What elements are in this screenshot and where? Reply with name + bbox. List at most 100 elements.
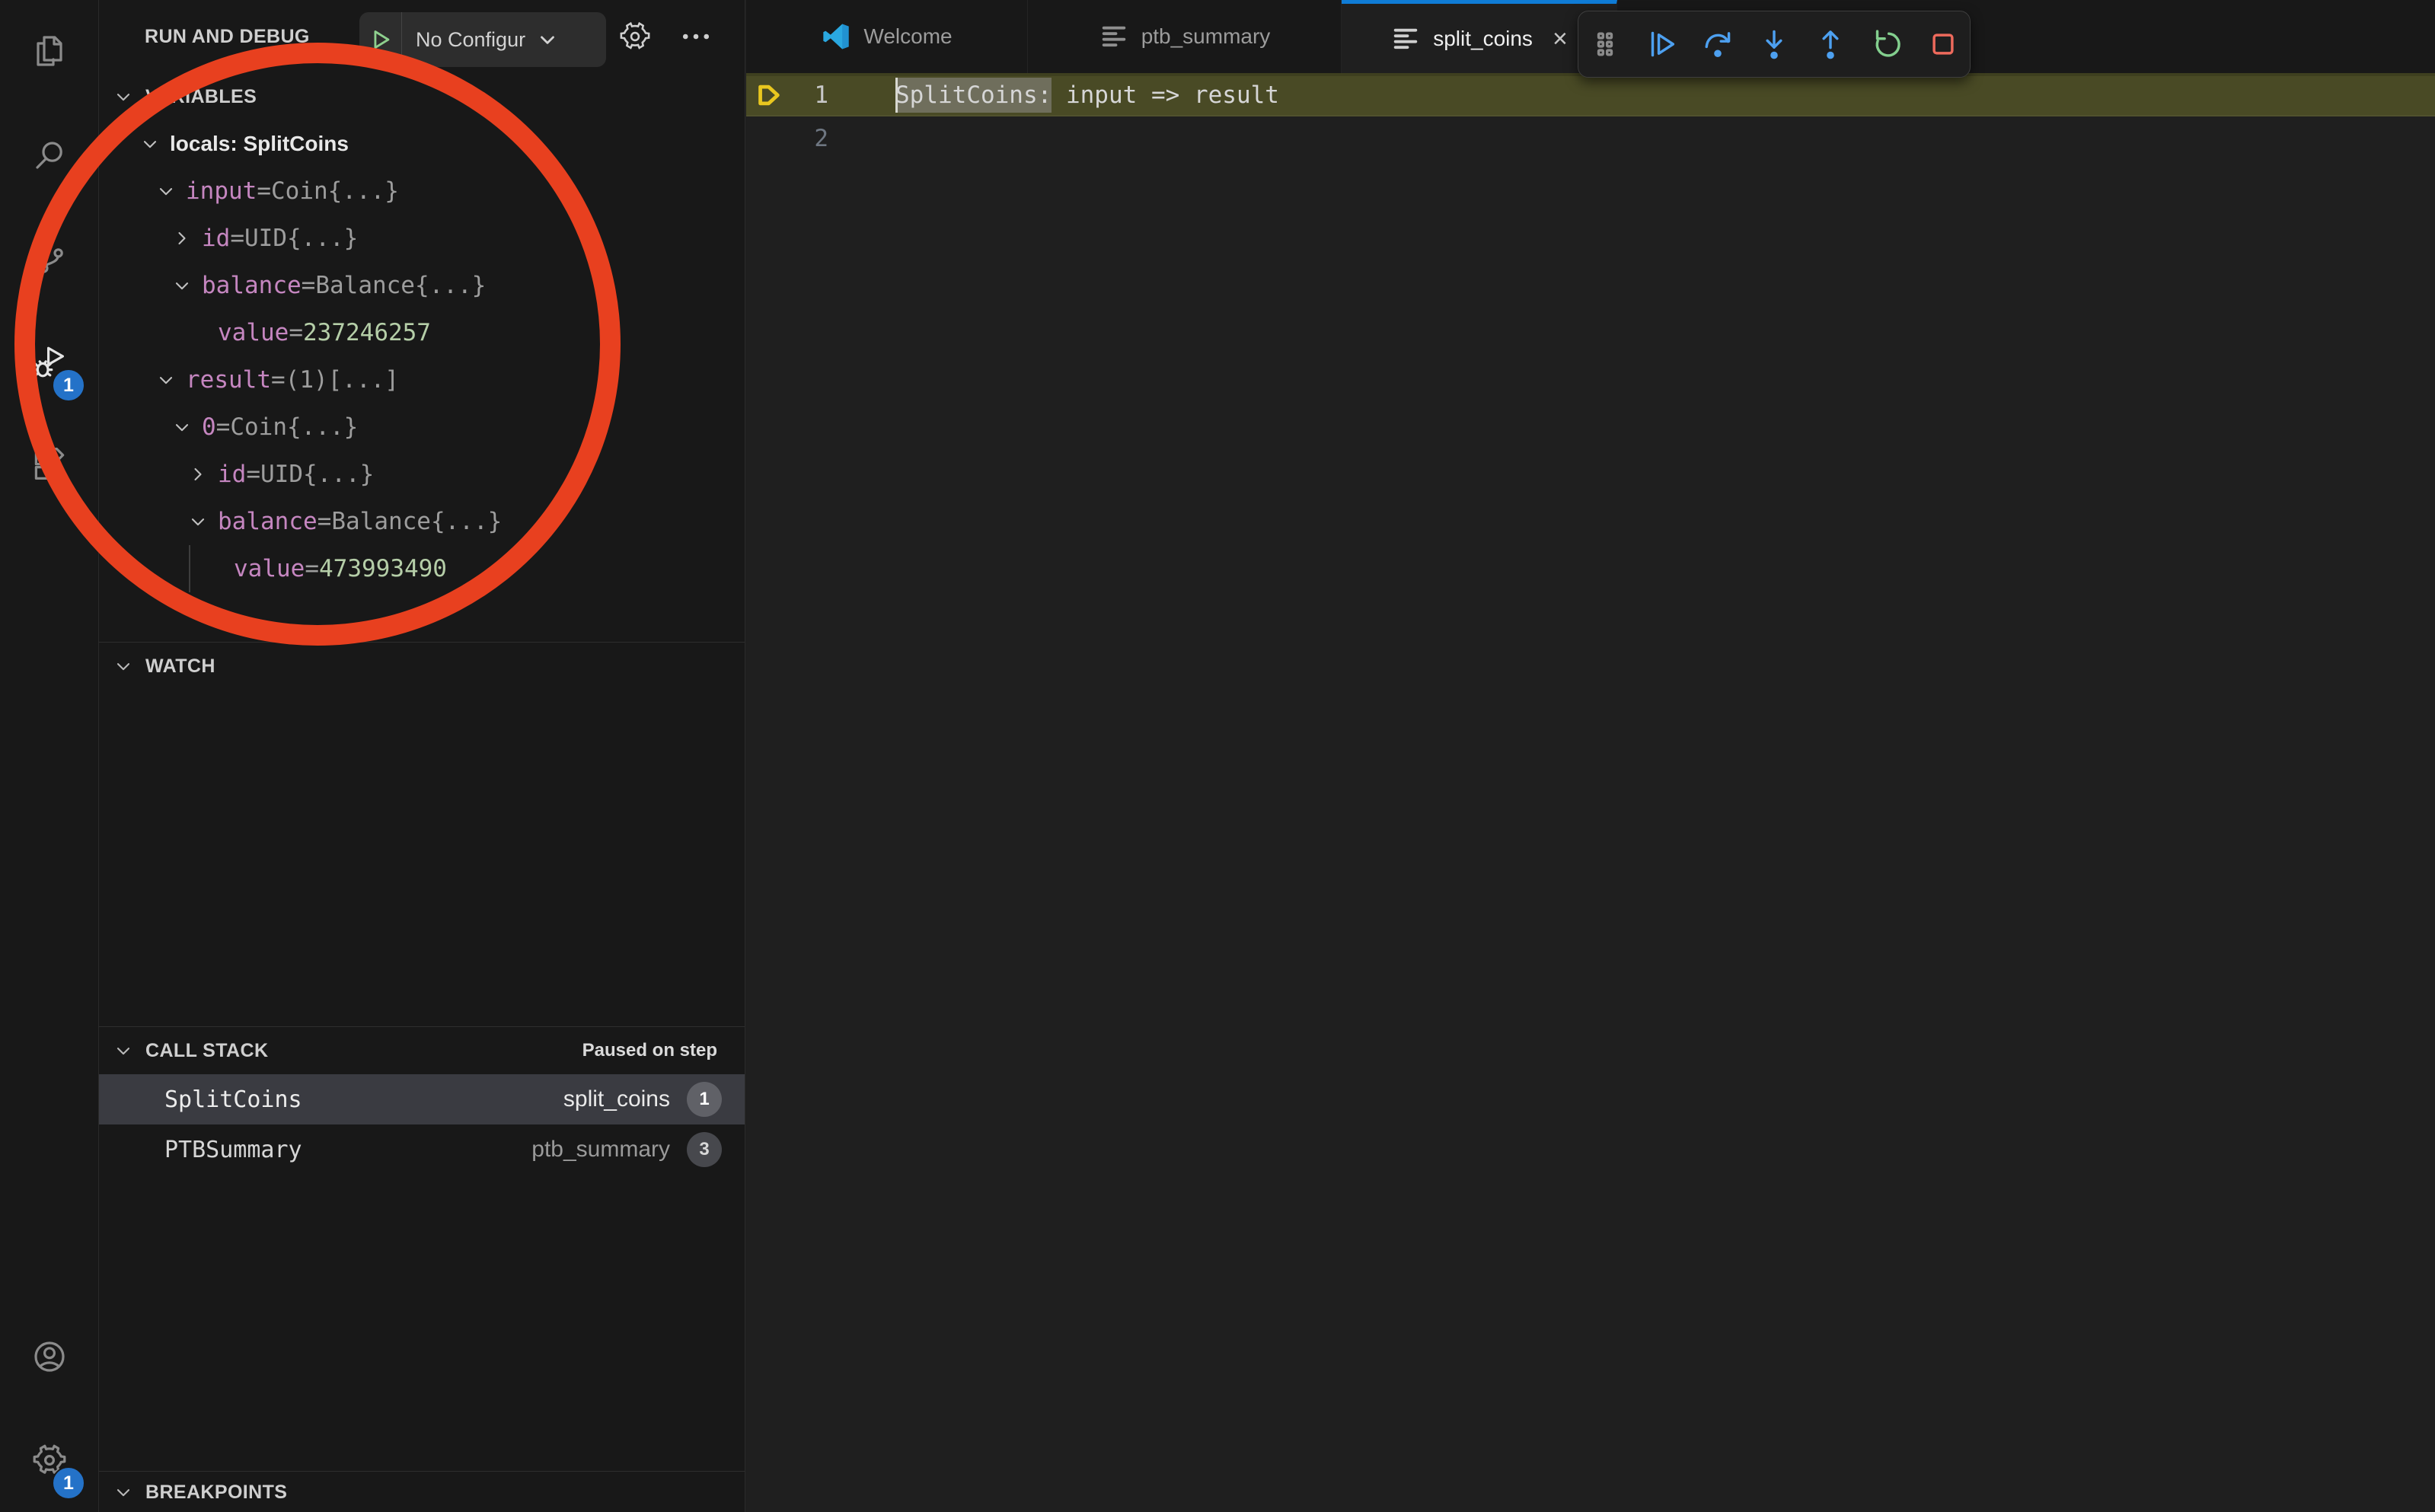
code-editor[interactable]: 1 SplitCoins: input => result 2	[746, 73, 2435, 1512]
frame-line-badge: 3	[687, 1132, 722, 1167]
equals-sign: =	[302, 272, 316, 299]
gear-icon[interactable]	[618, 20, 655, 56]
toolbar-drag-handle[interactable]	[1580, 18, 1630, 71]
restart-button[interactable]	[1862, 18, 1912, 71]
sidebar-header: RUN AND DEBUG No Configur	[99, 0, 745, 73]
variable-name: 0	[202, 413, 216, 441]
account-icon	[31, 1338, 68, 1375]
grip-icon	[1588, 27, 1623, 62]
tab-label: split_coins	[1433, 27, 1533, 51]
frame-source: ptb_summary	[531, 1137, 670, 1163]
editor-line-2[interactable]: 2	[746, 116, 2435, 160]
step-over-button[interactable]	[1693, 18, 1743, 71]
close-icon[interactable]: ×	[1553, 26, 1568, 52]
call-stack-frame-SplitCoins[interactable]: SplitCoinssplit_coins1	[99, 1074, 745, 1124]
activity-item-run-and-debug[interactable]: 1	[0, 311, 99, 414]
paused-status-badge: Paused on step	[582, 1040, 717, 1061]
variable-value: 237246257	[303, 319, 431, 346]
variable-value: (1)[...]	[286, 366, 399, 394]
notification-badge: 1	[52, 1466, 85, 1500]
variable-name: value	[234, 555, 305, 582]
tab-split_coins[interactable]: split_coins ×	[1342, 0, 1617, 73]
watch-header-label: WATCH	[145, 656, 215, 678]
activity-item-explorer[interactable]	[0, 0, 99, 104]
editor-gutter[interactable]: 1	[746, 73, 895, 116]
ellipsis-icon[interactable]	[679, 20, 716, 56]
step-into-icon	[1757, 27, 1792, 62]
sidebar-title: RUN AND DEBUG	[145, 26, 310, 48]
variable-row-result[interactable]: result = (1)[...]	[99, 356, 745, 404]
variable-row-id[interactable]: id = UID{...}	[99, 451, 745, 498]
step-over-icon	[1700, 27, 1735, 62]
git-branch-icon	[31, 241, 68, 277]
scope-label: locals: SplitCoins	[170, 132, 349, 156]
variable-value: Balance{...}	[315, 272, 486, 299]
tab-ptb_summary[interactable]: ptb_summary	[1028, 0, 1342, 73]
continue-button[interactable]	[1636, 18, 1687, 71]
tab-Welcome[interactable]: Welcome	[746, 0, 1028, 73]
activity-item-manage[interactable]: 1	[0, 1408, 99, 1512]
breakpoints-section: BREAKPOINTS	[99, 1471, 745, 1512]
variable-row-balance[interactable]: balance = Balance{...}	[99, 262, 745, 309]
step-into-button[interactable]	[1749, 18, 1799, 71]
chevron-down-icon	[113, 656, 136, 677]
notification-badge: 1	[52, 368, 85, 402]
equals-sign: =	[246, 461, 260, 488]
chevron-right-icon[interactable]	[171, 228, 202, 249]
debug-config-dropdown[interactable]: No Configur	[359, 12, 606, 67]
indent-guide	[189, 545, 190, 592]
chevron-down-icon	[536, 28, 559, 51]
play-icon[interactable]	[359, 12, 402, 67]
editor-gutter[interactable]: 2	[746, 116, 895, 160]
step-out-icon	[1813, 27, 1848, 62]
variable-name: result	[186, 366, 271, 394]
activity-item-source-control[interactable]	[0, 207, 99, 311]
chevron-down-icon[interactable]	[139, 133, 170, 155]
variable-row-0[interactable]: 0 = Coin{...}	[99, 404, 745, 451]
variable-row-input[interactable]: input = Coin{...}	[99, 167, 745, 215]
variable-row-value[interactable]: value = 473993490	[99, 545, 745, 592]
equals-sign: =	[318, 508, 332, 535]
variable-row-value[interactable]: value = 237246257	[99, 309, 745, 356]
stop-icon	[1926, 27, 1961, 62]
activity-bar-bottom: 1	[0, 1305, 98, 1512]
debug-highlighted-token: SplitCoins:	[895, 78, 1052, 113]
run-and-debug-sidebar: RUN AND DEBUG No Configur VARIABLE	[99, 0, 745, 1512]
chevron-down-icon[interactable]	[171, 275, 202, 296]
watch-section: WATCH	[99, 642, 745, 1026]
variable-row-id[interactable]: id = UID{...}	[99, 215, 745, 262]
call-stack-frame-PTBSummary[interactable]: PTBSummary ptb_summary 3	[99, 1124, 745, 1175]
variables-scope-row[interactable]: locals: SplitCoins	[99, 120, 745, 167]
variable-value: UID{...}	[260, 461, 374, 488]
debug-config-label: No Configur	[416, 28, 525, 52]
tab-label: ptb_summary	[1141, 24, 1271, 49]
chevron-down-icon	[113, 1482, 136, 1503]
file-lines-icon	[1099, 21, 1129, 52]
variable-value: Balance{...}	[331, 508, 502, 535]
step-out-button[interactable]	[1805, 18, 1856, 71]
chevron-down-icon[interactable]	[171, 416, 202, 438]
debug-toolbar	[1578, 11, 1971, 78]
breakpoints-section-header[interactable]: BREAKPOINTS	[99, 1472, 745, 1512]
activity-item-search[interactable]	[0, 104, 99, 207]
variable-row-balance[interactable]: balance = Balance{...}	[99, 498, 745, 545]
equals-sign: =	[289, 319, 303, 346]
frame-source: split_coins	[563, 1086, 670, 1112]
chevron-down-icon[interactable]	[155, 180, 186, 202]
chevron-right-icon[interactable]	[187, 464, 218, 485]
chevron-down-icon[interactable]	[155, 369, 186, 391]
call-stack-section-header[interactable]: CALL STACK Paused on step	[99, 1027, 745, 1074]
watch-section-header[interactable]: WATCH	[99, 643, 745, 690]
vscode-logo-icon	[821, 21, 851, 52]
equals-sign: =	[305, 555, 319, 582]
editor-group: Welcome ptb_summary split_coins × 1 SplitCo…	[746, 0, 2435, 1512]
chevron-down-icon[interactable]	[187, 511, 218, 532]
variables-section-header[interactable]: VARIABLES	[99, 73, 745, 120]
editor-line-1[interactable]: 1 SplitCoins: input => result	[746, 73, 2435, 116]
line-number: 1	[814, 73, 828, 116]
activity-item-extensions[interactable]	[0, 414, 99, 518]
frame-name: PTBSummary	[164, 1137, 302, 1163]
activity-item-accounts[interactable]	[0, 1305, 99, 1408]
activity-bar: 1 1	[0, 0, 99, 1512]
stop-button[interactable]	[1918, 18, 1968, 71]
